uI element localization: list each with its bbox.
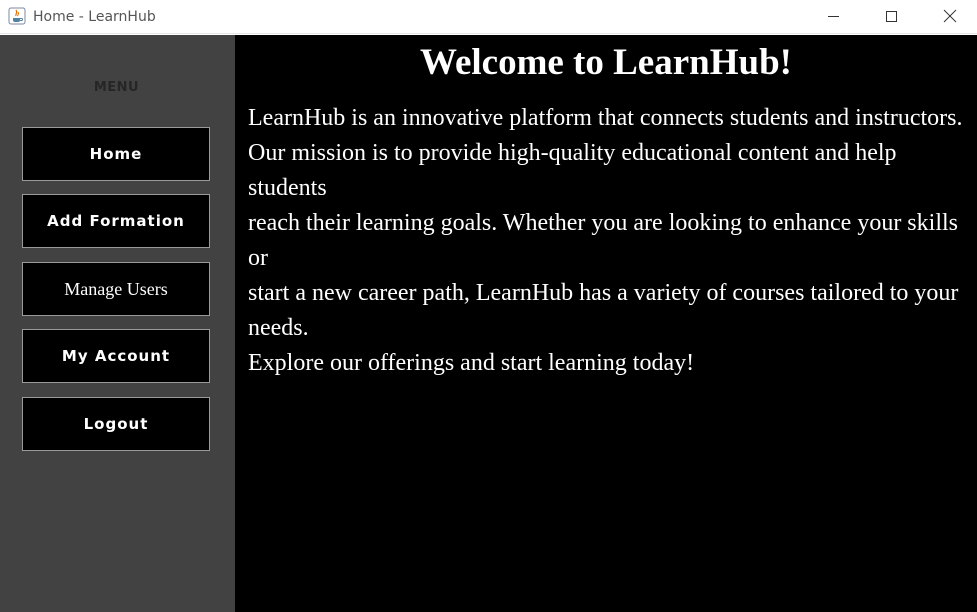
close-button[interactable] xyxy=(919,0,977,33)
title-bar: Home - LearnHub xyxy=(0,0,977,34)
manage-users-button-label: Manage Users xyxy=(64,278,168,299)
description-line: LearnHub is an innovative platform that … xyxy=(248,105,963,131)
my-account-button[interactable]: My Account xyxy=(22,329,210,383)
add-formation-button[interactable]: Add Formation xyxy=(22,194,210,248)
welcome-description: LearnHub is an innovative platform that … xyxy=(248,101,973,381)
java-app-icon xyxy=(8,7,26,25)
description-line: start a new career path, LearnHub has a … xyxy=(248,280,959,341)
logout-button-label: Logout xyxy=(83,415,149,433)
minimize-button[interactable] xyxy=(804,0,862,33)
window-title: Home - LearnHub xyxy=(33,9,156,25)
description-line: reach their learning goals. Whether you … xyxy=(248,210,958,271)
add-formation-button-label: Add Formation xyxy=(47,212,185,230)
minimize-icon xyxy=(828,16,839,17)
page-title: Welcome to LearnHub! xyxy=(419,42,792,83)
maximize-icon xyxy=(886,11,897,22)
my-account-button-label: My Account xyxy=(61,347,171,365)
manage-users-button[interactable]: Manage Users xyxy=(22,262,210,316)
sidebar: MENU Home Add Formation Manage Users My … xyxy=(0,35,235,612)
description-line: Our mission is to provide high-quality e… xyxy=(248,140,897,201)
main-content: Welcome to LearnHub! LearnHub is an inno… xyxy=(235,35,977,612)
menu-heading: MENU xyxy=(93,80,140,95)
app-window: Home - LearnHub MENU Home Add Formation xyxy=(0,0,977,612)
close-icon xyxy=(943,9,957,23)
description-line: Explore our offerings and start learning… xyxy=(248,350,695,376)
home-button-label: Home xyxy=(89,145,143,163)
maximize-button[interactable] xyxy=(862,0,920,33)
logout-button[interactable]: Logout xyxy=(22,397,210,451)
home-button[interactable]: Home xyxy=(22,127,210,181)
